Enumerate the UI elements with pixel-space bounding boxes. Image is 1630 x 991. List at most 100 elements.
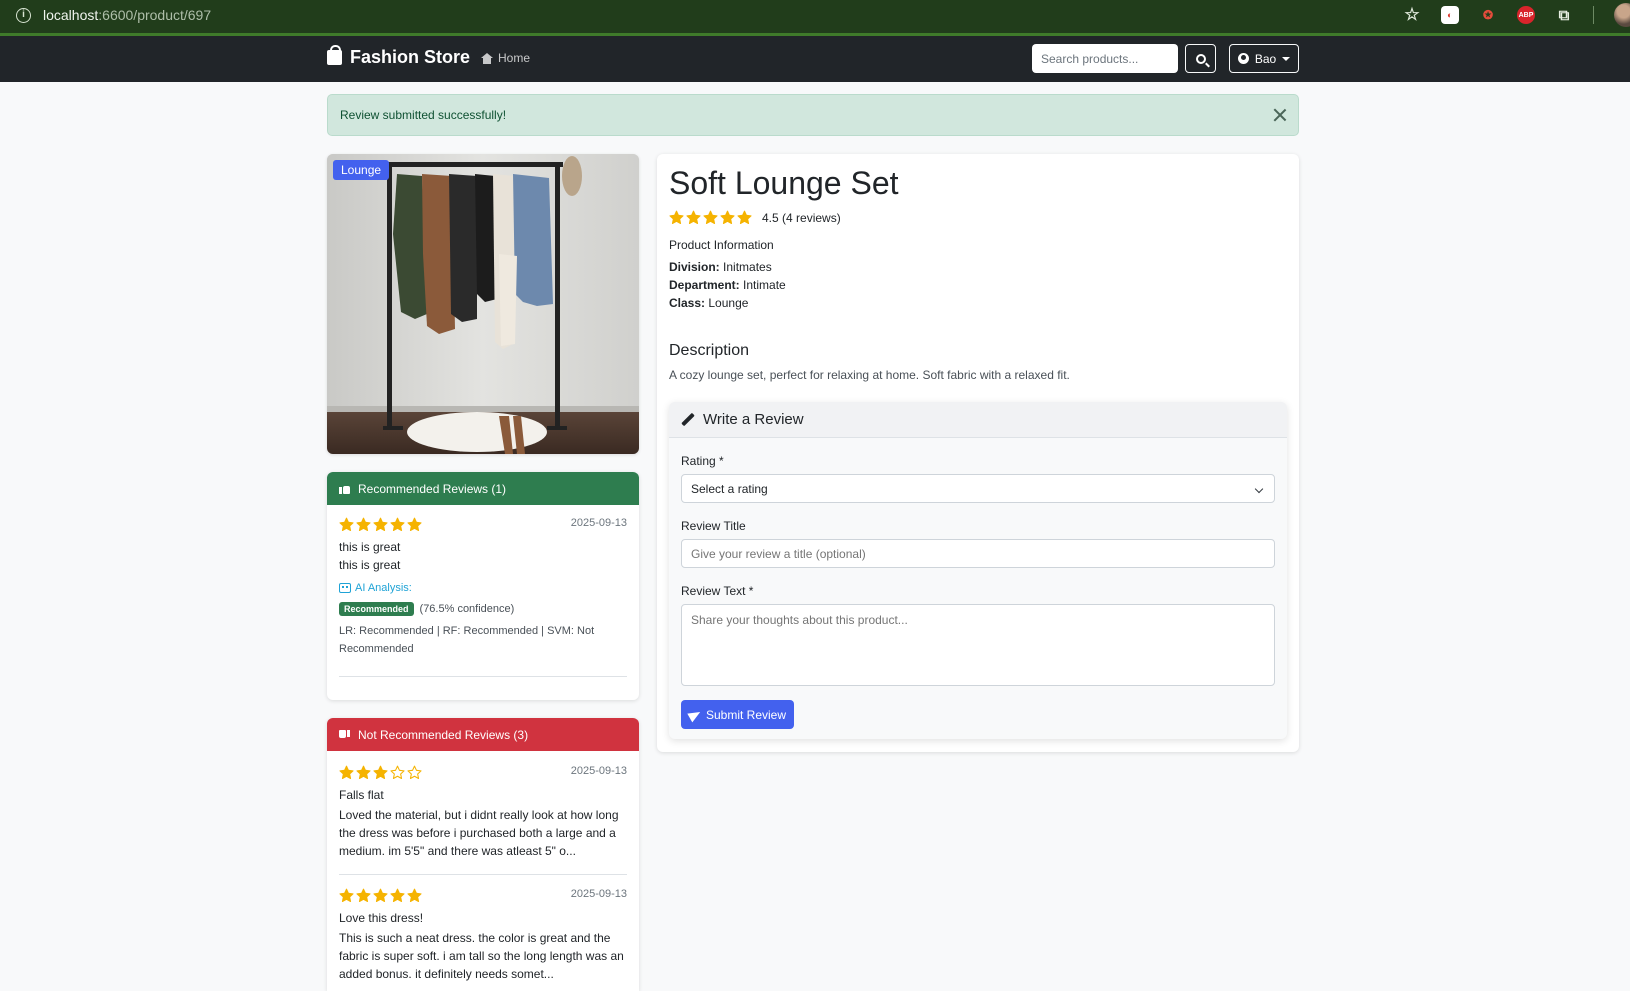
submit-review-label: Submit Review [705, 707, 787, 722]
star-filled-icon [686, 210, 701, 225]
star-filled-icon [720, 210, 735, 225]
review-text-label: Review Text * [681, 584, 754, 598]
review-text: This is such a neat dress. the color is … [339, 931, 624, 981]
nav-home-label: Home [498, 51, 531, 65]
star-filled-icon [373, 765, 388, 780]
star-filled-icon [407, 888, 422, 903]
nav-home-link[interactable]: Home [481, 51, 530, 65]
search-input[interactable] [1032, 44, 1178, 73]
bookmark-star-icon[interactable]: ☆ [1403, 5, 1421, 24]
review-title: this is great [339, 540, 401, 554]
write-review-header: Write a Review [669, 402, 1287, 438]
user-circle-icon [1237, 53, 1249, 64]
star-filled-icon [339, 888, 354, 903]
ai-analysis-text: AI Analysis: [355, 582, 412, 594]
review-item: 2025-09-13 Love this dress! This is such… [339, 888, 627, 983]
rating-select[interactable]: Select a rating [681, 474, 1275, 503]
prediction-confidence: (76.5% confidence) [419, 603, 515, 615]
brand-link[interactable]: Fashion Store [327, 45, 470, 68]
product-image: Lounge [327, 154, 639, 454]
star-filled-icon [373, 888, 388, 903]
rating-select-value: Select a rating [691, 481, 768, 496]
review-date: 2025-09-13 [570, 765, 627, 777]
review-item: 2025-09-13 Falls flat Loved the material… [339, 765, 627, 860]
extension-b-icon[interactable]: ✪ [1479, 6, 1497, 24]
browser-toolbar: i localhost:6600/product/697 ☆ ◐ ✪ ABP ⧉ [0, 0, 1630, 36]
thumbs-down-icon [339, 730, 350, 740]
not-recommended-header-label: Not Recommended Reviews (3) [358, 727, 529, 742]
review-text: Loved the material, but i didnt really l… [339, 808, 619, 858]
url-host: localhost [43, 7, 99, 23]
product-rating-stars [669, 210, 752, 225]
division-value: Initmates [723, 260, 772, 274]
prediction-badge: Recommended [339, 602, 414, 616]
not-recommended-reviews-card: Not Recommended Reviews (3) 2025-09-13 F… [327, 718, 639, 991]
review-date: 2025-09-13 [570, 517, 627, 529]
review-title: Love this dress! [339, 911, 424, 925]
adblock-icon[interactable]: ABP [1517, 6, 1535, 24]
category-badge: Lounge [333, 160, 390, 180]
robot-icon [339, 583, 351, 593]
model-predictions: LR: Recommended | RF: Recommended | SVM:… [339, 625, 595, 655]
search-icon [1195, 53, 1206, 64]
rating-summary: 4.5 (4 reviews) [762, 210, 841, 225]
star-filled-icon [390, 888, 405, 903]
class-label: Class: [669, 296, 706, 310]
extension-a-icon[interactable]: ◐ [1441, 6, 1459, 24]
clothing-rack-photo [327, 154, 639, 454]
user-name: Bao [1254, 51, 1277, 66]
star-filled-icon [339, 765, 354, 780]
star-empty-icon [390, 765, 405, 780]
star-filled-icon [373, 517, 388, 532]
write-review-heading: Write a Review [703, 411, 804, 428]
prediction-row: Recommended (76.5% confidence) [339, 602, 627, 616]
alert-message: Review submitted successfully! [340, 108, 507, 122]
review-title-label: Review Title [681, 519, 746, 533]
user-menu-button[interactable]: Bao [1229, 44, 1299, 73]
review-item: 2025-09-13 this is great this is great A… [339, 517, 627, 658]
puzzle-icon[interactable]: ⧉ [1555, 6, 1573, 24]
site-navbar: Fashion Store Home Bao [0, 36, 1630, 82]
success-alert: Review submitted successfully! [327, 94, 1299, 136]
class-value: Lounge [708, 296, 749, 310]
division-label: Division: [669, 260, 720, 274]
ai-analysis-label: AI Analysis: [339, 582, 627, 594]
submit-review-button[interactable]: Submit Review [681, 700, 794, 729]
product-rating: 4.5 (4 reviews) [669, 210, 841, 225]
shopping-bag-icon [327, 45, 342, 65]
review-title: Falls flat [339, 788, 384, 802]
not-recommended-reviews-header: Not Recommended Reviews (3) [327, 718, 639, 751]
pencil-icon [681, 413, 695, 427]
star-filled-icon [356, 765, 371, 780]
site-info-icon[interactable]: i [16, 7, 31, 23]
department-label: Department: [669, 278, 740, 292]
chevron-down-icon [1254, 484, 1264, 494]
chevron-down-icon [1282, 56, 1291, 61]
search-button[interactable] [1185, 44, 1216, 73]
review-date: 2025-09-13 [570, 888, 627, 900]
star-filled-icon [407, 517, 422, 532]
close-icon[interactable] [1272, 107, 1288, 123]
paper-plane-icon [689, 710, 701, 720]
home-icon [481, 52, 493, 64]
recommended-header-label: Recommended Reviews (1) [358, 481, 507, 496]
department-value: Intimate [743, 278, 786, 292]
review-text: this is great [339, 558, 401, 572]
product-info-heading: Product Information [669, 238, 774, 252]
star-filled-icon [356, 888, 371, 903]
review-title-input[interactable] [681, 539, 1275, 568]
profile-avatar[interactable] [1614, 3, 1630, 27]
product-detail-card: Soft Lounge Set 4.5 (4 reviews) Product … [657, 154, 1299, 752]
star-filled-icon [703, 210, 718, 225]
review-text-input[interactable] [681, 604, 1275, 686]
star-filled-icon [390, 517, 405, 532]
url-text[interactable]: localhost:6600/product/697 [43, 7, 211, 23]
description-text: A cozy lounge set, perfect for relaxing … [669, 368, 1070, 382]
address-bar[interactable]: i localhost:6600/product/697 [16, 2, 211, 28]
star-filled-icon [737, 210, 752, 225]
class-row: Class: Lounge [669, 296, 748, 310]
department-row: Department: Intimate [669, 278, 786, 292]
review-divider [339, 676, 627, 677]
recommended-reviews-header: Recommended Reviews (1) [327, 472, 639, 505]
write-review-form: Write a Review Rating * Select a rating … [669, 402, 1287, 739]
